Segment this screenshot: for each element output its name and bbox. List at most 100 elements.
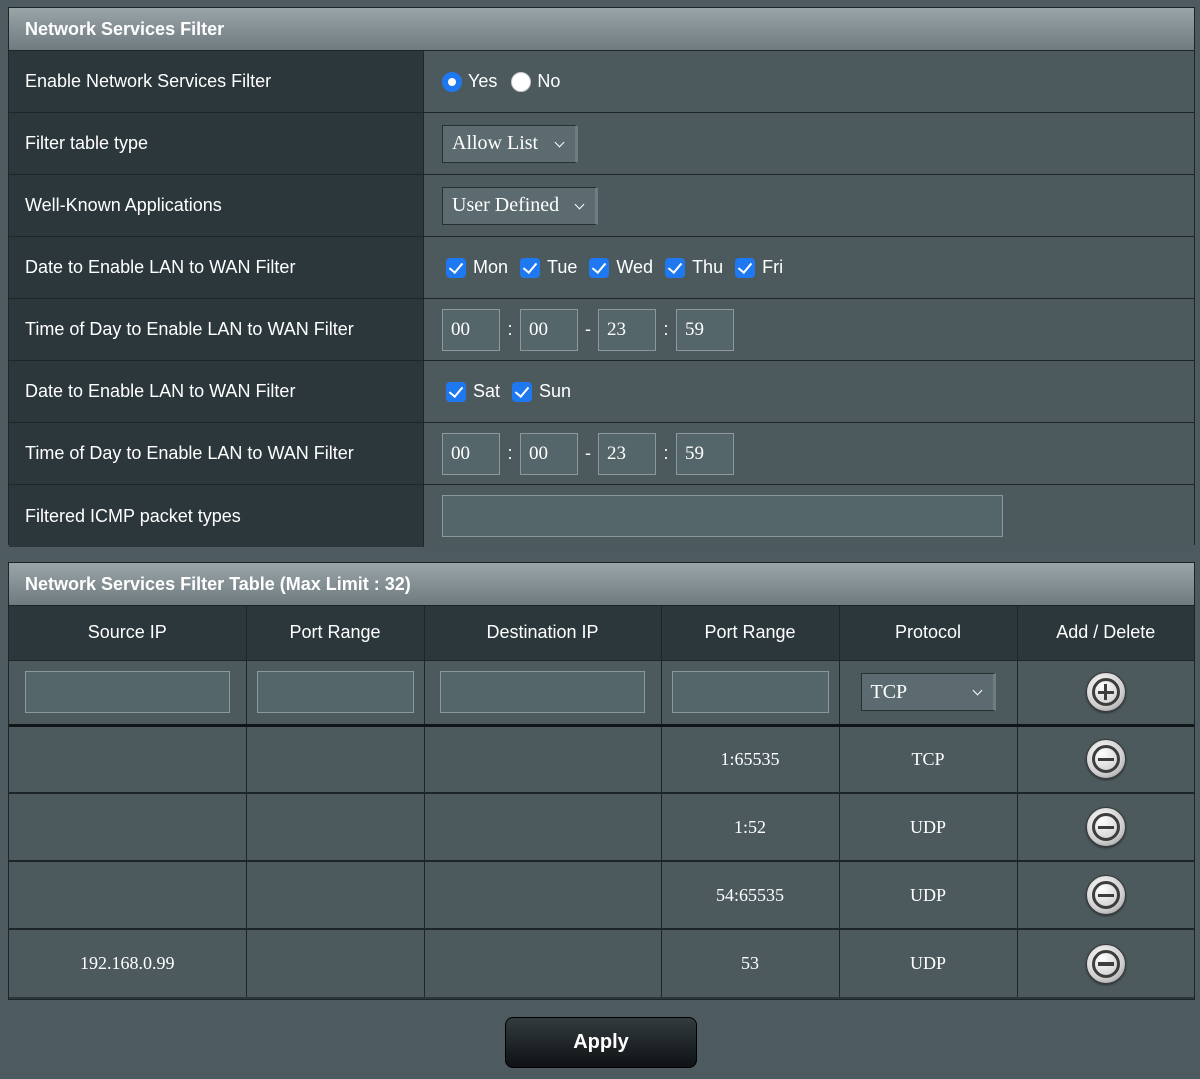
end-hour-input[interactable]: 23: [598, 432, 656, 475]
table-type-select[interactable]: Allow List: [442, 124, 578, 163]
minus-circle-icon[interactable]: [1085, 943, 1126, 984]
weekend-label: Date to Enable LAN to WAN Filter: [9, 361, 424, 422]
start-minute-input[interactable]: 00: [520, 308, 578, 351]
filter-table-section: Network Services Filter Table (Max Limit…: [8, 562, 1195, 1000]
new-source-port-input[interactable]: [256, 671, 414, 713]
plus-circle-icon[interactable]: [1085, 672, 1126, 712]
new-source-ip-input[interactable]: [24, 671, 230, 713]
colon-separator: :: [663, 443, 669, 463]
protocol-cell: UDP: [839, 861, 1018, 930]
minus-circle-icon[interactable]: [1085, 875, 1126, 915]
end-minute-input[interactable]: 59: [676, 308, 734, 351]
enable-no-option[interactable]: No: [511, 71, 560, 92]
weekend-time-label: Time of Day to Enable LAN to WAN Filter: [9, 423, 424, 484]
protocol-cell: UDP: [839, 793, 1018, 862]
colon-separator: :: [663, 319, 669, 339]
table-type-value: Allow List: [452, 132, 539, 154]
end-minute-input[interactable]: 59: [676, 432, 734, 475]
start-hour-input[interactable]: 00: [442, 432, 500, 475]
table-row: 1:52 UDP: [9, 793, 1194, 862]
filter-settings-section: Network Services Filter Enable Network S…: [8, 7, 1195, 547]
dest-ip-cell: [424, 793, 662, 862]
enable-filter-row: Enable Network Services Filter Yes No: [9, 51, 1194, 113]
radio-unchecked-icon[interactable]: [511, 71, 532, 92]
checkbox-checked-icon[interactable]: [446, 381, 466, 402]
new-dest-ip-input[interactable]: [440, 671, 645, 713]
day-checkbox-sun[interactable]: Sun: [512, 381, 571, 402]
day-checkbox-sat[interactable]: Sat: [446, 381, 500, 402]
minus-circle-icon[interactable]: [1085, 739, 1126, 780]
chevron-down-icon: [574, 199, 585, 209]
table-header-row: Source IP Port Range Destination IP Port…: [9, 606, 1194, 661]
section-title: Network Services Filter: [9, 8, 1194, 51]
new-dest-port-input[interactable]: [671, 671, 829, 713]
day-label: Thu: [692, 257, 724, 277]
weekend-row: Date to Enable LAN to WAN Filter Sat Sun: [9, 361, 1194, 423]
weekday-row: Date to Enable LAN to WAN Filter Mon Tue…: [9, 237, 1194, 299]
colon-separator: :: [507, 319, 513, 339]
weekday-time-row: Time of Day to Enable LAN to WAN Filter …: [9, 299, 1194, 361]
minus-circle-icon[interactable]: [1085, 807, 1126, 847]
new-rule-row: TCP: [9, 660, 1194, 727]
day-checkbox-wed[interactable]: Wed: [589, 257, 653, 278]
icmp-input[interactable]: [442, 495, 1003, 537]
icmp-row: Filtered ICMP packet types: [9, 485, 1194, 547]
day-label: Mon: [473, 257, 509, 277]
start-hour-input[interactable]: 00: [442, 308, 500, 351]
protocol-cell: TCP: [839, 725, 1018, 794]
icmp-label: Filtered ICMP packet types: [9, 485, 424, 547]
dest-ip-cell: [424, 725, 662, 794]
checkbox-checked-icon[interactable]: [665, 257, 686, 278]
column-header: Port Range: [661, 606, 840, 661]
day-checkbox-mon[interactable]: Mon: [446, 257, 508, 278]
column-header: Add / Delete: [1017, 606, 1194, 661]
new-protocol-value: TCP: [870, 680, 908, 703]
chevron-down-icon: [972, 685, 982, 696]
table-title: Network Services Filter Table (Max Limit…: [9, 563, 1194, 606]
dest-port-cell: 54:65535: [661, 861, 840, 930]
day-checkbox-tue[interactable]: Tue: [520, 257, 577, 278]
checkbox-checked-icon[interactable]: [735, 257, 756, 278]
dash-separator: -: [585, 319, 591, 339]
rules-table: Source IP Port Range Destination IP Port…: [9, 606, 1194, 997]
column-header: Destination IP: [424, 606, 662, 661]
apps-select[interactable]: User Defined: [442, 186, 598, 225]
table-row: 1:65535 TCP: [9, 725, 1194, 794]
weekend-time-row: Time of Day to Enable LAN to WAN Filter …: [9, 423, 1194, 485]
source-ip-cell: 192.168.0.99: [9, 929, 247, 997]
source-port-cell: [246, 793, 425, 862]
source-ip-cell: [9, 861, 247, 930]
enable-yes-option[interactable]: Yes: [442, 71, 497, 92]
checkbox-checked-icon[interactable]: [589, 257, 610, 278]
day-checkbox-fri[interactable]: Fri: [735, 257, 783, 278]
enable-yes-label: Yes: [468, 71, 498, 91]
enable-no-label: No: [537, 71, 561, 91]
column-header: Port Range: [246, 606, 425, 661]
enable-filter-label: Enable Network Services Filter: [9, 51, 424, 112]
checkbox-checked-icon[interactable]: [512, 381, 533, 402]
table-type-label: Filter table type: [9, 113, 424, 174]
source-port-cell: [246, 725, 425, 794]
day-label: Sun: [539, 381, 572, 401]
apps-row: Well-Known Applications User Defined: [9, 175, 1194, 237]
weekday-time-label: Time of Day to Enable LAN to WAN Filter: [9, 299, 424, 360]
table-row: 192.168.0.99 53 UDP: [9, 929, 1194, 997]
checkbox-checked-icon[interactable]: [446, 257, 466, 278]
chevron-down-icon: [554, 137, 565, 147]
end-hour-input[interactable]: 23: [598, 308, 656, 351]
radio-checked-icon[interactable]: [442, 71, 462, 92]
apply-button[interactable]: Apply: [505, 1017, 697, 1068]
source-port-cell: [246, 929, 425, 997]
column-header: Source IP: [9, 606, 247, 661]
new-protocol-select[interactable]: TCP: [860, 673, 996, 711]
column-header: Protocol: [839, 606, 1018, 661]
dest-ip-cell: [424, 861, 662, 930]
source-ip-cell: [9, 793, 247, 862]
protocol-cell: UDP: [839, 929, 1018, 997]
day-label: Wed: [616, 257, 654, 277]
apps-value: User Defined: [452, 194, 560, 216]
start-minute-input[interactable]: 00: [520, 432, 578, 475]
dest-ip-cell: [424, 929, 662, 997]
day-checkbox-thu[interactable]: Thu: [665, 257, 723, 278]
checkbox-checked-icon[interactable]: [520, 257, 541, 278]
